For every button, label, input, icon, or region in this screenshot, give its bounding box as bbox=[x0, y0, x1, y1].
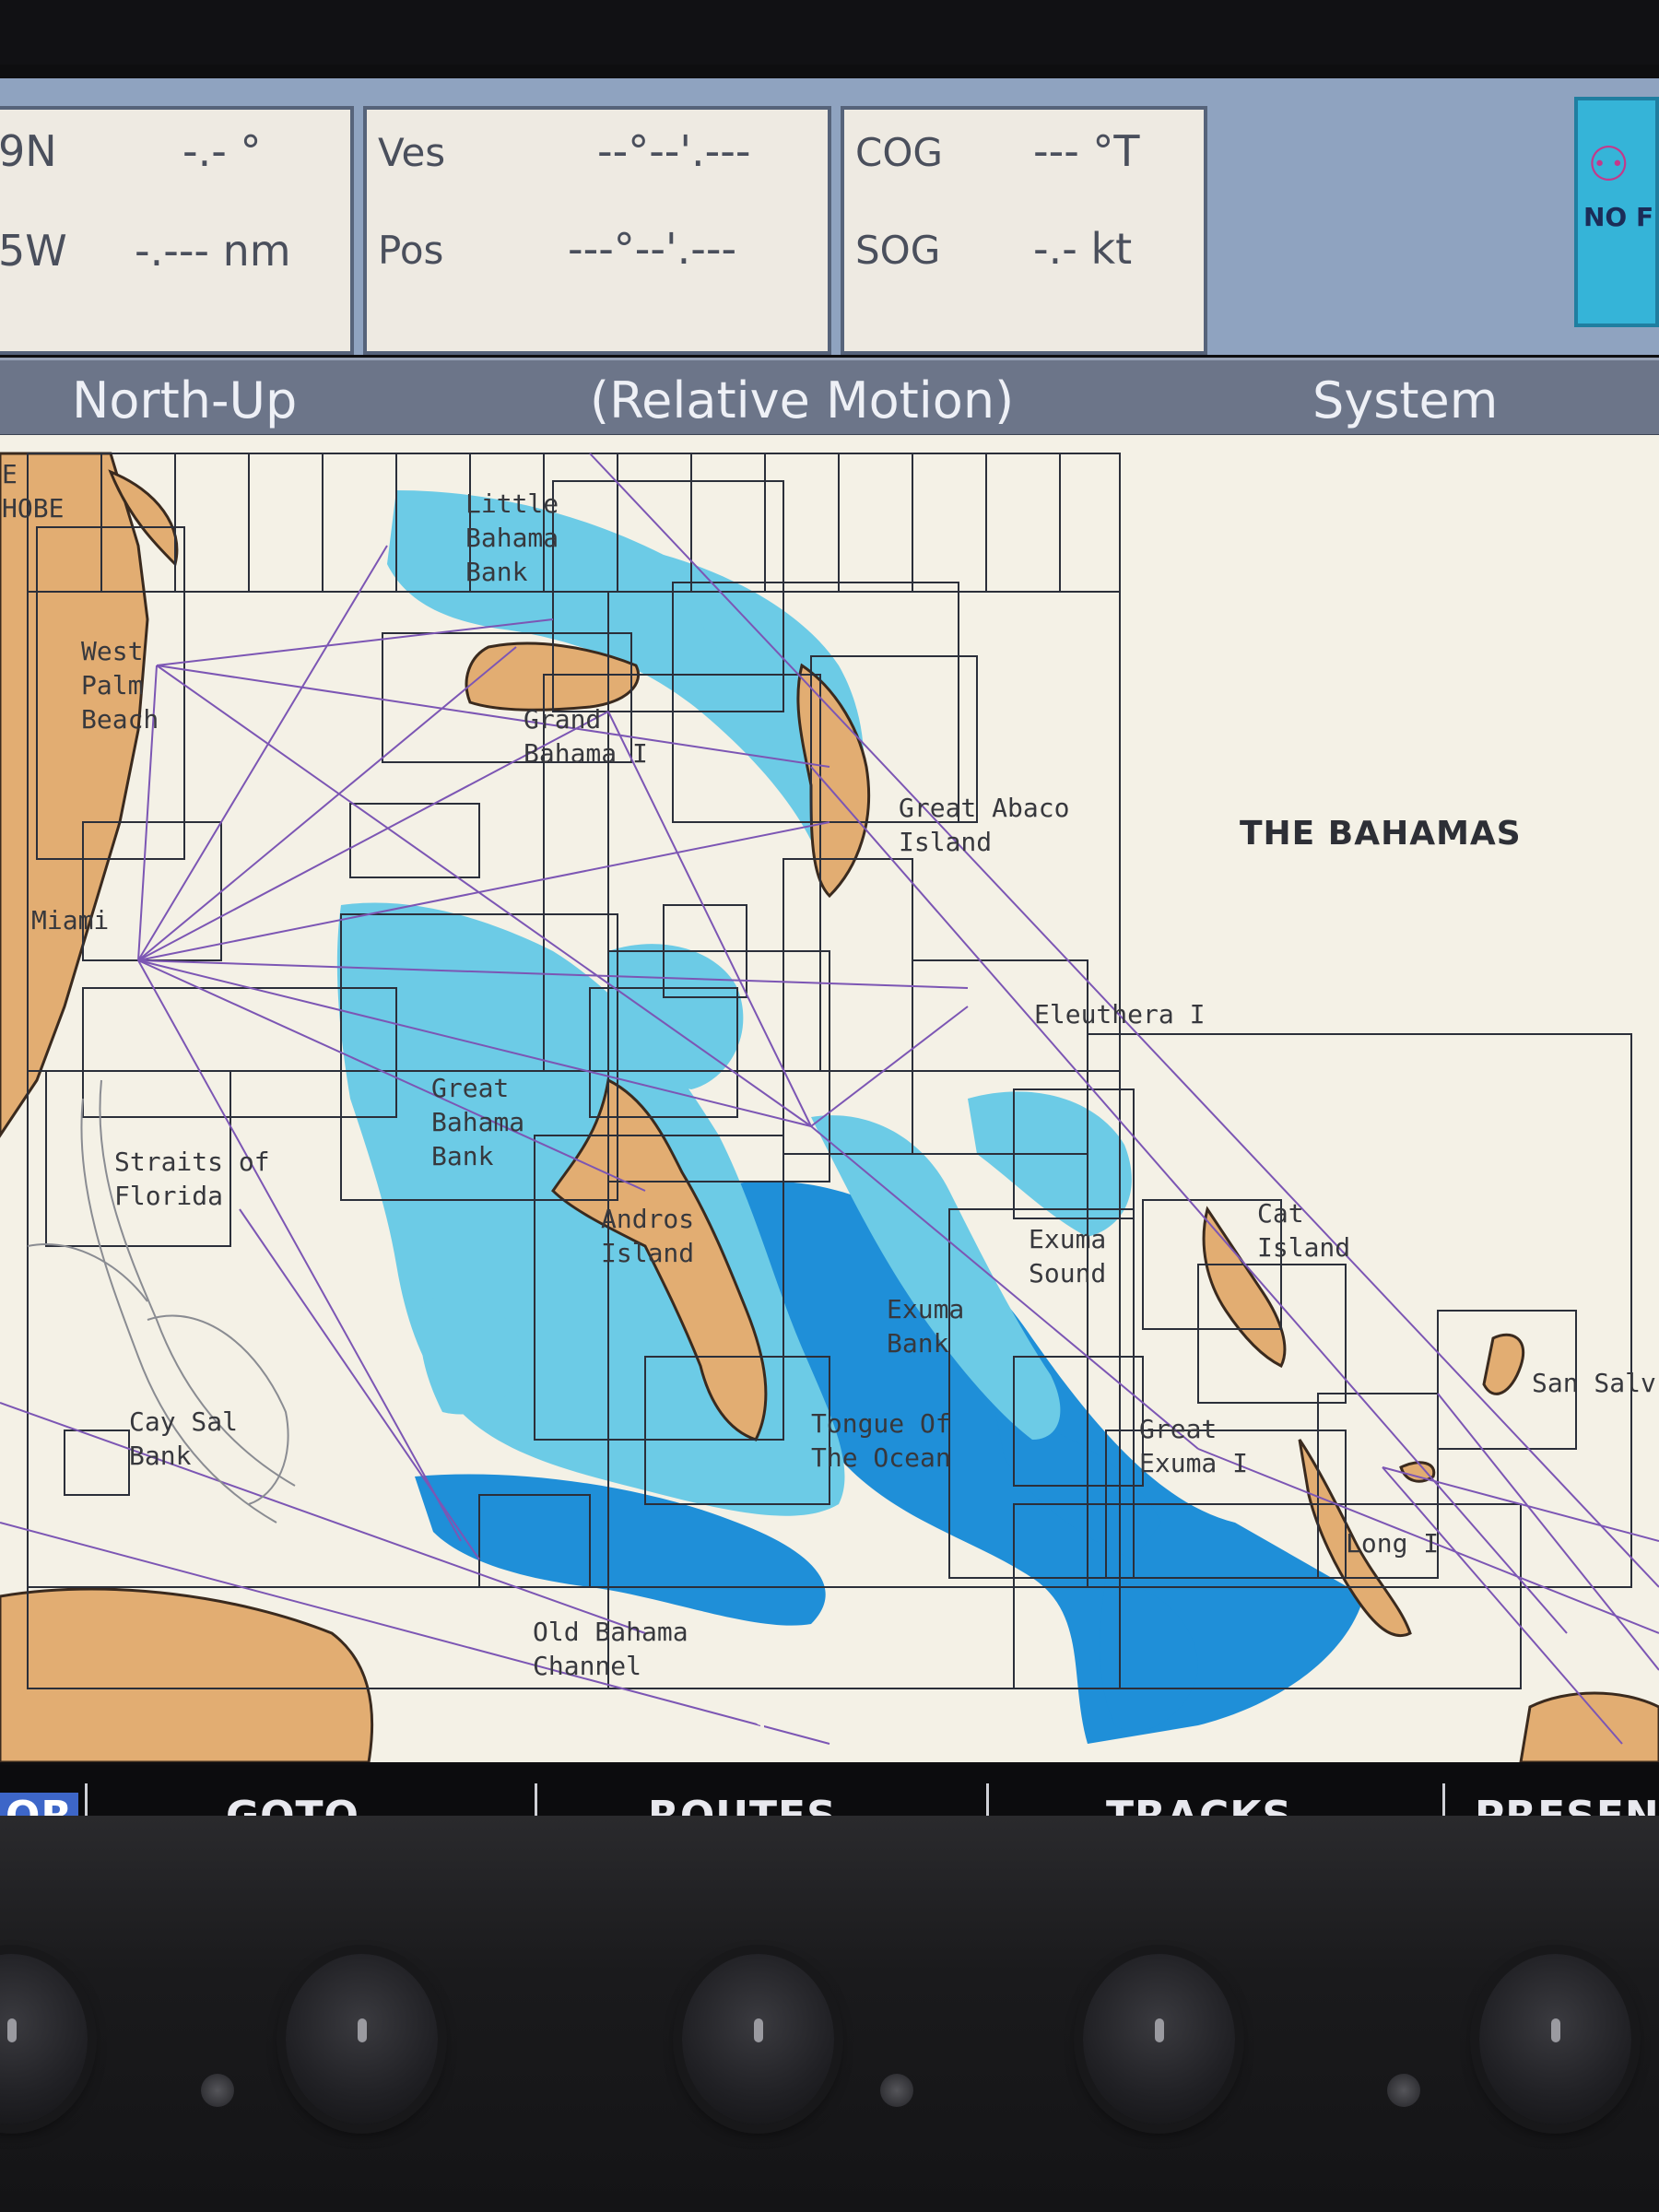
softkey-goto[interactable]: GOTO... bbox=[226, 1793, 407, 1816]
chart-boundaries bbox=[27, 453, 1632, 1689]
softkey-divider bbox=[85, 1783, 88, 1816]
softkey-routes[interactable]: ROUTES... bbox=[648, 1793, 886, 1816]
softkey-button-3[interactable] bbox=[682, 1954, 834, 2124]
range-value: -.--- nm bbox=[135, 226, 291, 276]
label-exuma-sound: Exuma Sound bbox=[1029, 1224, 1107, 1288]
softkey-present[interactable]: PRESENT bbox=[1475, 1793, 1659, 1816]
knob-indicator bbox=[1551, 2018, 1560, 2042]
screw-icon bbox=[201, 2074, 234, 2107]
logo-text: NO FI bbox=[1583, 202, 1659, 232]
cog-label: COG bbox=[855, 130, 943, 175]
vessel-lat-value: --°--'.--- bbox=[597, 126, 751, 176]
cog-value: --- °T bbox=[1033, 126, 1140, 176]
plotter-screen: 9N -.- ° 5W -.--- nm Ves --°--'.--- Pos … bbox=[0, 65, 1659, 1816]
label-andros: Andros Island bbox=[601, 1204, 695, 1268]
chart-graphics bbox=[0, 452, 1659, 1762]
softkey-button-2[interactable] bbox=[286, 1954, 438, 2124]
label-exuma-bank: Exuma Bank bbox=[887, 1294, 965, 1359]
label-cay-sal-bank: Cay Sal Bank bbox=[129, 1406, 239, 1471]
course-speed-panel: COG --- °T SOG -.- kt bbox=[841, 106, 1207, 355]
label-old-bahama-channel: Old Bahama Channel bbox=[533, 1617, 688, 1681]
screw-icon bbox=[880, 2074, 913, 2107]
softkey-tracks[interactable]: TRACKS... bbox=[1106, 1793, 1341, 1816]
lat-readout: 9N bbox=[0, 126, 57, 176]
label-san-salvador: San Salv bbox=[1532, 1368, 1656, 1398]
lon-readout: 5W bbox=[0, 226, 67, 276]
data-header: 9N -.- ° 5W -.--- nm Ves --°--'.--- Pos … bbox=[0, 78, 1659, 355]
sog-value: -.- kt bbox=[1033, 224, 1133, 274]
knob-indicator bbox=[7, 2018, 17, 2042]
motion-mode[interactable]: (Relative Motion) bbox=[590, 371, 1014, 429]
system-menu[interactable]: System bbox=[1312, 371, 1498, 429]
softkey-bar: OR GOTO... ROUTES... TRACKS... PRESENT bbox=[0, 1765, 1659, 1816]
label-great-exuma: Great Exuma I bbox=[1139, 1414, 1249, 1478]
softkey-button-5[interactable] bbox=[1479, 1954, 1631, 2124]
label-west-palm-beach: West Palm Beach bbox=[81, 636, 159, 735]
position-panel: 9N -.- ° 5W -.--- nm bbox=[0, 106, 354, 355]
label-little-bahama-bank: Little Bahama Bank bbox=[465, 488, 559, 587]
vessel-position-panel: Ves --°--'.--- Pos ---°--'.--- bbox=[363, 106, 831, 355]
label-eleuthera: Eleuthera I bbox=[1034, 999, 1206, 1030]
label-miami: Miami bbox=[31, 905, 110, 935]
region-label: THE BAHAMAS bbox=[1240, 815, 1522, 853]
label-great-bahama-bank: Great Bahama Bank bbox=[431, 1073, 525, 1171]
screw-icon bbox=[1387, 2074, 1420, 2107]
orientation-mode[interactable]: North-Up bbox=[72, 371, 297, 429]
label-long-island: Long I bbox=[1346, 1528, 1440, 1559]
mode-bar: North-Up (Relative Motion) System bbox=[0, 358, 1659, 437]
knob-indicator bbox=[1155, 2018, 1164, 2042]
label-tongue-of-the-ocean: Tongue Of The Ocean bbox=[811, 1408, 951, 1473]
navigation-chart[interactable]: THE BAHAMAS E HOBE Little Bahama Bank We… bbox=[0, 435, 1659, 1762]
fish-icon: ⚇ bbox=[1587, 137, 1630, 193]
sog-label: SOG bbox=[855, 228, 941, 273]
cursor-crosshair-icon bbox=[719, 1707, 806, 1762]
label-cat-island: Cat Island bbox=[1257, 1198, 1351, 1263]
softkey-or[interactable]: OR bbox=[0, 1793, 79, 1816]
vessel-lon-value: ---°--'.--- bbox=[568, 224, 737, 274]
position-label: Pos bbox=[378, 228, 444, 273]
knob-indicator bbox=[358, 2018, 367, 2042]
label-straits-of-florida: Straits of Florida bbox=[114, 1147, 270, 1211]
status-logo[interactable]: ⚇ NO FI bbox=[1574, 97, 1659, 327]
label-grand-bahama: Grand Bahama I bbox=[524, 704, 648, 769]
softkey-button-4[interactable] bbox=[1083, 1954, 1235, 2124]
softkey-divider bbox=[986, 1783, 989, 1816]
softkey-divider bbox=[1442, 1783, 1445, 1816]
softkey-divider bbox=[535, 1783, 537, 1816]
vessel-label: Ves bbox=[378, 130, 446, 175]
lat-value: -.- ° bbox=[182, 126, 262, 176]
label-great-abaco: Great Abaco Island bbox=[899, 793, 1070, 857]
top-bezel bbox=[0, 0, 1659, 65]
knob-indicator bbox=[754, 2018, 763, 2042]
label-hobe: E HOBE bbox=[2, 459, 65, 524]
